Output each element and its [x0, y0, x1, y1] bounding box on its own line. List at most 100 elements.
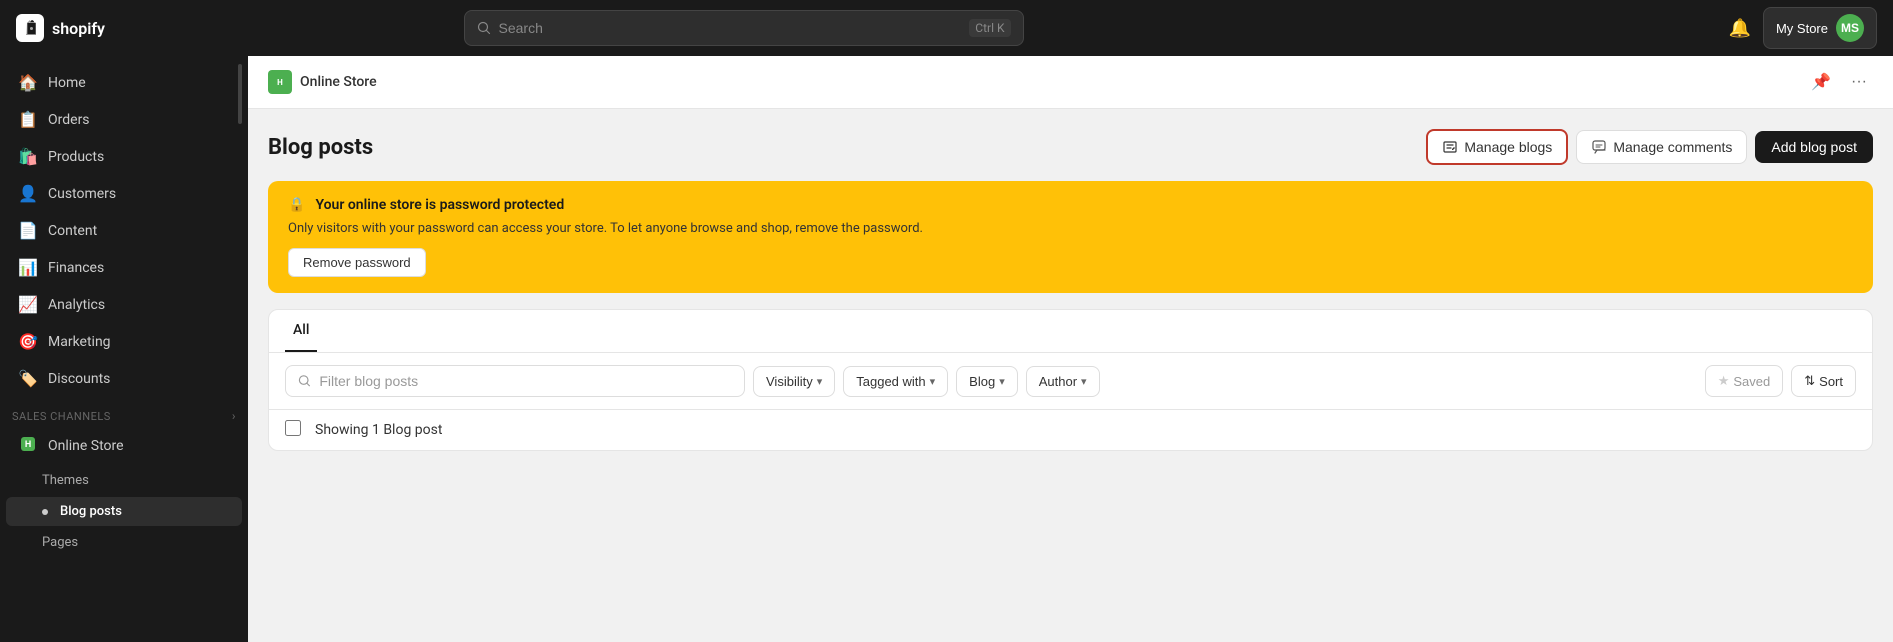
filter-search[interactable]: [285, 365, 745, 397]
analytics-icon: 📈: [18, 295, 38, 314]
remove-password-button[interactable]: Remove password: [288, 248, 426, 277]
finances-icon: 📊: [18, 258, 38, 277]
manage-comments-button[interactable]: Manage comments: [1576, 130, 1747, 164]
lock-icon: 🔒: [288, 197, 305, 213]
chevron-down-icon: ▾: [999, 375, 1005, 388]
table-filters: Visibility ▾ Tagged with ▾ Blog ▾ Author…: [269, 353, 1872, 410]
store-name: My Store: [1776, 21, 1828, 36]
sidebar-item-label: Orders: [48, 112, 90, 128]
password-warning-title: Your online store is password protected: [315, 197, 564, 213]
sidebar-item-customers[interactable]: 👤 Customers: [6, 176, 242, 211]
chevron-down-icon: ▾: [1081, 375, 1087, 388]
chevron-down-icon: ▾: [930, 375, 936, 388]
online-store-icon: H: [18, 436, 38, 456]
svg-text:H: H: [277, 78, 283, 87]
topbar-right: 🔔 My Store MS: [1729, 7, 1877, 49]
sort-button[interactable]: ⇅ Sort: [1791, 365, 1856, 397]
checkbox-cell[interactable]: [285, 420, 305, 440]
shopify-wordmark: shopify: [52, 19, 105, 38]
sidebar: 🏠 Home 📋 Orders 🛍️ Products 👤 Customers …: [0, 56, 248, 642]
sidebar-item-marketing[interactable]: 🎯 Marketing: [6, 324, 242, 359]
main-layout: 🏠 Home 📋 Orders 🛍️ Products 👤 Customers …: [0, 56, 1893, 642]
global-search[interactable]: Ctrl K: [464, 10, 1024, 46]
sidebar-item-label: Analytics: [48, 297, 105, 313]
header-actions: Manage blogs Manage comments Add blog po…: [1426, 129, 1873, 165]
sidebar-item-label: Marketing: [48, 334, 111, 350]
chevron-down-icon: ▾: [817, 375, 823, 388]
sidebar-item-discounts[interactable]: 🏷️ Discounts: [6, 361, 242, 396]
search-icon: [477, 21, 491, 35]
scroll-indicator: [238, 64, 242, 124]
online-store-page-icon: H: [268, 70, 292, 94]
store-avatar: MS: [1836, 14, 1864, 42]
sidebar-item-label: Home: [48, 75, 86, 91]
sidebar-item-analytics[interactable]: 📈 Analytics: [6, 287, 242, 322]
blog-posts-header: Blog posts Manage blogs: [268, 129, 1873, 165]
sales-channels-section: Sales channels ›: [0, 397, 248, 427]
blog-filter-button[interactable]: Blog ▾: [956, 366, 1018, 397]
tagged-with-filter-button[interactable]: Tagged with ▾: [843, 366, 948, 397]
table-tabs: All: [269, 310, 1872, 353]
svg-text:H: H: [25, 440, 31, 450]
page-title: Blog posts: [268, 135, 373, 160]
password-warning-text: Only visitors with your password can acc…: [288, 221, 1853, 236]
manage-comments-icon: [1591, 139, 1607, 155]
sidebar-item-label: Discounts: [48, 371, 110, 387]
page-header-bar: H Online Store 📌 ···: [248, 56, 1893, 109]
pin-icon[interactable]: 📌: [1805, 68, 1837, 96]
orders-icon: 📋: [18, 110, 38, 129]
showing-count: Showing 1 Blog post: [315, 422, 442, 438]
sidebar-sub-item-themes[interactable]: Themes: [6, 466, 242, 495]
manage-blogs-icon: [1442, 139, 1458, 155]
pages-label: Pages: [42, 535, 78, 550]
sidebar-item-label: Content: [48, 223, 97, 239]
filter-search-icon: [298, 374, 311, 388]
home-icon: 🏠: [18, 73, 38, 92]
customers-icon: 👤: [18, 184, 38, 203]
saved-button[interactable]: ★ Saved: [1705, 365, 1784, 397]
sidebar-sub-item-pages[interactable]: Pages: [6, 528, 242, 557]
blog-posts-page: Blog posts Manage blogs: [248, 109, 1893, 471]
sidebar-item-label: Customers: [48, 186, 116, 202]
sidebar-item-online-store[interactable]: H Online Store: [6, 428, 242, 464]
sidebar-item-content[interactable]: 📄 Content: [6, 213, 242, 248]
store-selector-button[interactable]: My Store MS: [1763, 7, 1877, 49]
sidebar-sub-item-blog-posts[interactable]: Blog posts: [6, 497, 242, 526]
sidebar-item-label: Finances: [48, 260, 104, 276]
search-shortcut: Ctrl K: [969, 19, 1010, 37]
blog-posts-table: All Visibility ▾ Ta: [268, 309, 1873, 451]
sidebar-item-label: Products: [48, 149, 104, 165]
online-store-label: Online Store: [48, 438, 124, 454]
sidebar-item-orders[interactable]: 📋 Orders: [6, 102, 242, 137]
page-header-title: Online Store: [300, 74, 377, 90]
sidebar-item-finances[interactable]: 📊 Finances: [6, 250, 242, 285]
notifications-icon[interactable]: 🔔: [1729, 18, 1751, 39]
active-dot: [42, 509, 48, 515]
blog-posts-label: Blog posts: [60, 504, 122, 519]
star-icon: ★: [1718, 373, 1730, 389]
filter-blog-posts-input[interactable]: [319, 373, 732, 389]
visibility-filter-button[interactable]: Visibility ▾: [753, 366, 835, 397]
search-input[interactable]: [499, 20, 962, 36]
sidebar-item-products[interactable]: 🛍️ Products: [6, 139, 242, 174]
content-icon: 📄: [18, 221, 38, 240]
topbar: shopify Ctrl K 🔔 My Store MS: [0, 0, 1893, 56]
select-all-checkbox[interactable]: [285, 420, 301, 436]
password-warning-banner: 🔒 Your online store is password protecte…: [268, 181, 1873, 293]
chevron-right-icon: ›: [232, 409, 236, 423]
shopify-logo: shopify: [16, 14, 105, 42]
page-header-actions: 📌 ···: [1805, 68, 1873, 96]
marketing-icon: 🎯: [18, 332, 38, 351]
more-options-icon[interactable]: ···: [1845, 68, 1873, 96]
sidebar-item-home[interactable]: 🏠 Home: [6, 65, 242, 100]
table-row: Showing 1 Blog post: [269, 410, 1872, 450]
tab-all[interactable]: All: [285, 310, 317, 352]
themes-label: Themes: [42, 473, 89, 488]
sort-icon: ⇅: [1804, 373, 1815, 389]
products-icon: 🛍️: [18, 147, 38, 166]
manage-blogs-button[interactable]: Manage blogs: [1426, 129, 1568, 165]
add-blog-post-button[interactable]: Add blog post: [1755, 131, 1873, 163]
password-warning-header: 🔒 Your online store is password protecte…: [288, 197, 1853, 213]
author-filter-button[interactable]: Author ▾: [1026, 366, 1100, 397]
content-area: H Online Store 📌 ··· Blog posts: [248, 56, 1893, 642]
